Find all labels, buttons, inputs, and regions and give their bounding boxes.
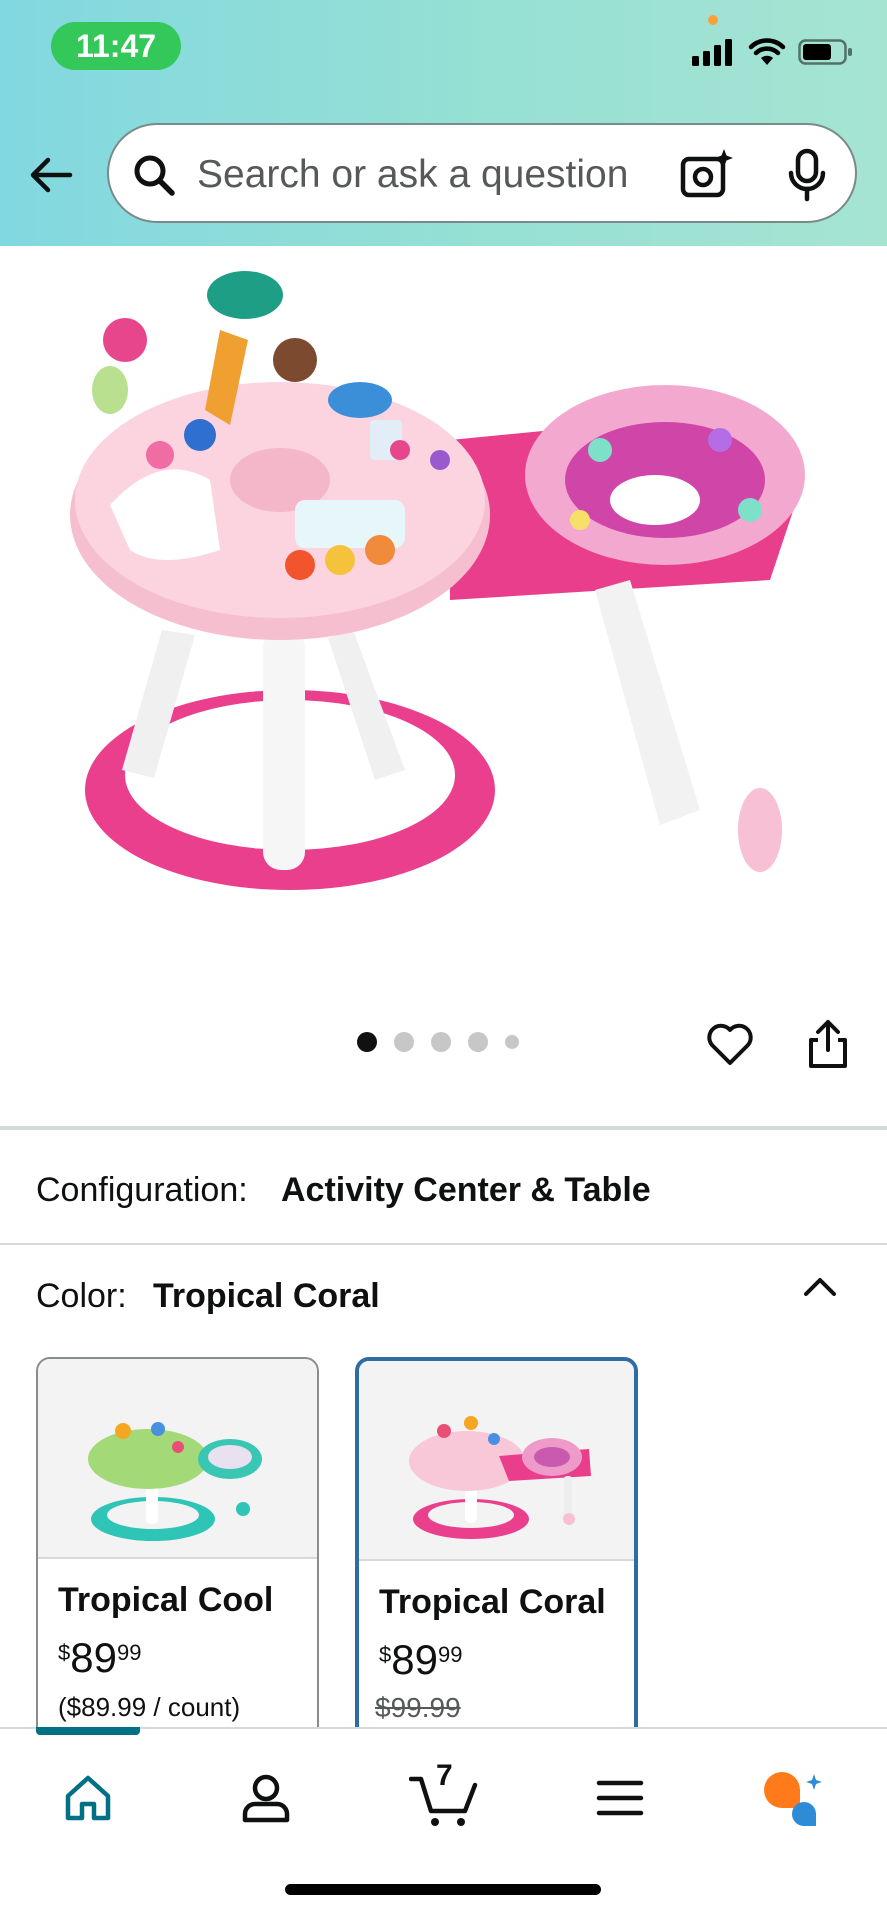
swatch-thumbnail xyxy=(38,1359,317,1559)
search-icon xyxy=(134,155,175,196)
price-fraction: 99 xyxy=(116,1640,142,1665)
configuration-label: Configuration: xyxy=(36,1171,248,1209)
nav-account[interactable] xyxy=(231,1763,301,1833)
unit-price: ($89.99 / count) xyxy=(58,1692,241,1722)
configuration-value[interactable]: Activity Center & Table xyxy=(281,1171,651,1210)
heart-icon[interactable] xyxy=(704,1018,756,1070)
chevron-up-icon[interactable] xyxy=(800,1272,840,1302)
swatch-product-image xyxy=(88,1422,262,1541)
rufus-icon xyxy=(764,1772,822,1826)
cart-count-badge: 7 xyxy=(436,1759,453,1792)
pagination-dot[interactable] xyxy=(357,1032,377,1052)
nav-cart[interactable]: 7 xyxy=(406,1759,482,1833)
active-tab-indicator xyxy=(36,1727,140,1735)
list-price: $99.99 xyxy=(375,1692,461,1723)
swatch-product-image xyxy=(409,1416,591,1539)
account-icon xyxy=(242,1774,290,1823)
back-arrow-icon[interactable] xyxy=(26,150,76,200)
swatch-price: $ 89 99 xyxy=(58,1634,141,1682)
pagination-dot[interactable] xyxy=(431,1032,451,1052)
share-icon[interactable] xyxy=(802,1018,854,1070)
pagination-dot[interactable] xyxy=(505,1035,519,1049)
swatch-name: Tropical Coral xyxy=(379,1583,606,1621)
price-symbol: $ xyxy=(379,1642,392,1667)
battery-icon xyxy=(798,39,852,65)
nav-home[interactable] xyxy=(53,1763,123,1833)
camera-search-icon[interactable] xyxy=(679,147,735,201)
section-divider xyxy=(0,1243,887,1245)
price-whole: 89 xyxy=(70,1634,117,1681)
nav-menu[interactable] xyxy=(585,1763,655,1833)
swatch-price: $ 89 99 xyxy=(379,1636,462,1684)
privacy-indicator-dot xyxy=(708,15,718,25)
section-divider xyxy=(0,1126,887,1130)
home-icon xyxy=(65,1775,111,1821)
swatch-name: Tropical Cool xyxy=(58,1581,274,1619)
microphone-icon[interactable] xyxy=(785,147,829,203)
price-symbol: $ xyxy=(58,1640,71,1665)
search-bar[interactable]: Search or ask a question xyxy=(107,123,857,223)
color-swatch-tropical-coral[interactable]: Tropical Coral $ 89 99 $99.99 xyxy=(355,1357,638,1757)
pagination-dot[interactable] xyxy=(468,1032,488,1052)
status-time: 11:47 xyxy=(51,22,181,70)
nav-rufus[interactable] xyxy=(758,1763,828,1833)
product-image[interactable] xyxy=(70,250,830,940)
menu-icon xyxy=(596,1780,644,1816)
image-pagination-dots[interactable] xyxy=(357,1032,519,1052)
top-header: 11:47 Search or ask a question xyxy=(0,0,887,246)
color-swatch-tropical-cool[interactable]: Tropical Cool $ 89 99 ($89.99 / count) xyxy=(36,1357,319,1757)
search-input[interactable]: Search or ask a question xyxy=(197,153,628,197)
color-value: Tropical Coral xyxy=(153,1277,380,1315)
price-fraction: 99 xyxy=(437,1642,463,1667)
price-whole: 89 xyxy=(391,1636,438,1683)
signal-icon xyxy=(692,39,732,66)
color-label: Color: xyxy=(36,1277,127,1315)
pagination-dot[interactable] xyxy=(394,1032,414,1052)
home-indicator[interactable] xyxy=(285,1884,601,1895)
status-icons xyxy=(692,38,854,66)
wifi-icon xyxy=(748,38,786,65)
swatch-thumbnail xyxy=(359,1361,634,1561)
